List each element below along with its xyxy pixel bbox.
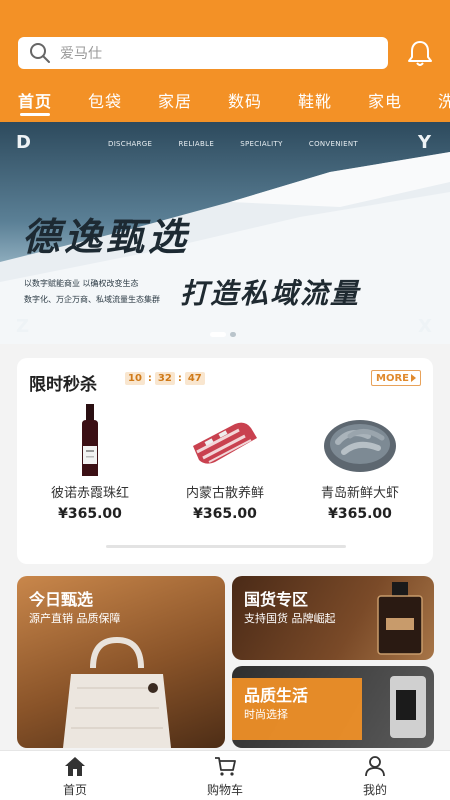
nav-label: 首页 [62,783,87,797]
nav-profile[interactable]: 我的 [335,755,415,798]
search-input[interactable]: 爱马仕 [18,37,388,69]
nav-home[interactable]: 首页 [35,755,115,798]
today-selection-card[interactable]: 今日甄选 源产直销 品质保障 [17,576,225,748]
banner-corner-y: Y [418,132,432,153]
product-price: ¥365.00 [58,506,122,522]
banner-keyword: CONVENIENT [308,140,358,148]
countdown-timer: 10 : 32 : 47 [125,372,205,385]
product-name: 青岛新鲜大虾 [320,486,399,501]
banner-corner-x: X [418,316,432,337]
carousel-dots [210,332,236,337]
tab-digital[interactable]: 数码 [228,88,262,112]
card-subtitle: 支持国货 品牌崛起 [244,612,336,625]
flash-sale-title: 限时秒杀 [29,375,97,395]
product-card[interactable]: 青岛新鲜大虾 ¥365.00 [295,402,425,532]
bottom-nav: 首页 购物车 我的 [0,750,450,800]
timer-seconds: 47 [184,372,205,385]
banner-keyword: DISCHARGE [108,140,153,148]
banner-subtitle-1: 以数字赋能商业 以确权改变生态 [24,279,139,288]
promo-banner[interactable]: D Y Z X DISCHARGE RELIABLE SPECIALITY CO… [0,122,450,344]
product-scrollbar[interactable] [106,545,346,548]
banner-corner-d: D [16,132,31,153]
banner-title: 德逸甄选 [22,215,191,259]
banner-subtitle-2: 数字化、万企万商、私域流量生态集群 [24,295,160,304]
product-image [390,676,426,738]
banner-keyword: SPECIALITY [240,140,283,148]
app-root: 爱马仕 首页 包袋 家居 数码 鞋靴 家电 洗 D Y Z X DISCHARG… [0,0,450,800]
more-label: MORE [376,372,409,384]
search-icon [30,43,50,63]
timer-minutes: 32 [154,372,175,385]
tab-home-goods[interactable]: 家居 [158,88,192,112]
tab-wash[interactable]: 洗 [438,88,450,112]
card-title: 品质生活 [244,686,309,705]
banner-corner-z: Z [16,316,30,337]
tab-shoes[interactable]: 鞋靴 [298,88,332,112]
tab-appliances[interactable]: 家电 [368,88,402,112]
card-title: 国货专区 [244,590,309,609]
user-icon [365,756,385,777]
product-name: 内蒙古散养鲜 [185,486,264,501]
banner-keyword: RELIABLE [178,140,215,148]
perfume-bottle-image [377,582,423,655]
search-placeholder: 爱马仕 [60,46,102,62]
guohuo-card[interactable]: 国货专区 支持国货 品牌崛起 [232,576,434,660]
category-tabs: 首页 包袋 家居 数码 鞋靴 家电 洗 [0,84,450,118]
quality-life-card[interactable]: 品质生活 时尚选择 [232,666,434,748]
nav-cart[interactable]: 购物车 [185,755,265,798]
product-card[interactable]: 彼诺赤霞珠红 ¥365.00 [25,402,155,532]
card-subtitle: 时尚选择 [244,708,288,721]
lamb-ribs-icon [193,422,257,464]
active-tab-indicator [20,113,50,116]
wine-bottle-icon [82,404,98,476]
flash-sale-section: 限时秒杀 10 : 32 : 47 MORE 彼诺赤霞珠红 ¥365.00 内蒙… [17,358,433,564]
shrimp-plate-icon [324,420,396,472]
arrow-right-icon [410,374,416,382]
tab-home[interactable]: 首页 [18,88,52,112]
card-title: 今日甄选 [29,590,94,609]
home-icon [65,757,85,776]
tab-bags[interactable]: 包袋 [88,88,122,112]
timer-hours: 10 [125,372,145,385]
banner-keywords: DISCHARGE RELIABLE SPECIALITY CONVENIENT [108,140,358,148]
product-card[interactable]: 内蒙古散养鲜 ¥365.00 [160,402,290,532]
bell-icon[interactable] [404,37,436,69]
handbag-image [63,636,171,748]
carousel-dot-active[interactable] [210,332,226,337]
product-price: ¥365.00 [328,506,392,522]
carousel-dot[interactable] [230,332,236,337]
product-name: 彼诺赤霞珠红 [50,486,129,501]
product-price: ¥365.00 [193,506,257,522]
cart-icon [215,757,236,776]
banner-slogan: 打造私域流量 [180,277,361,310]
more-button[interactable]: MORE [371,370,421,386]
header: 爱马仕 首页 包袋 家居 数码 鞋靴 家电 洗 [0,0,450,122]
card-subtitle: 源产直销 品质保障 [29,612,121,625]
nav-label: 购物车 [206,783,243,797]
nav-label: 我的 [362,783,387,797]
